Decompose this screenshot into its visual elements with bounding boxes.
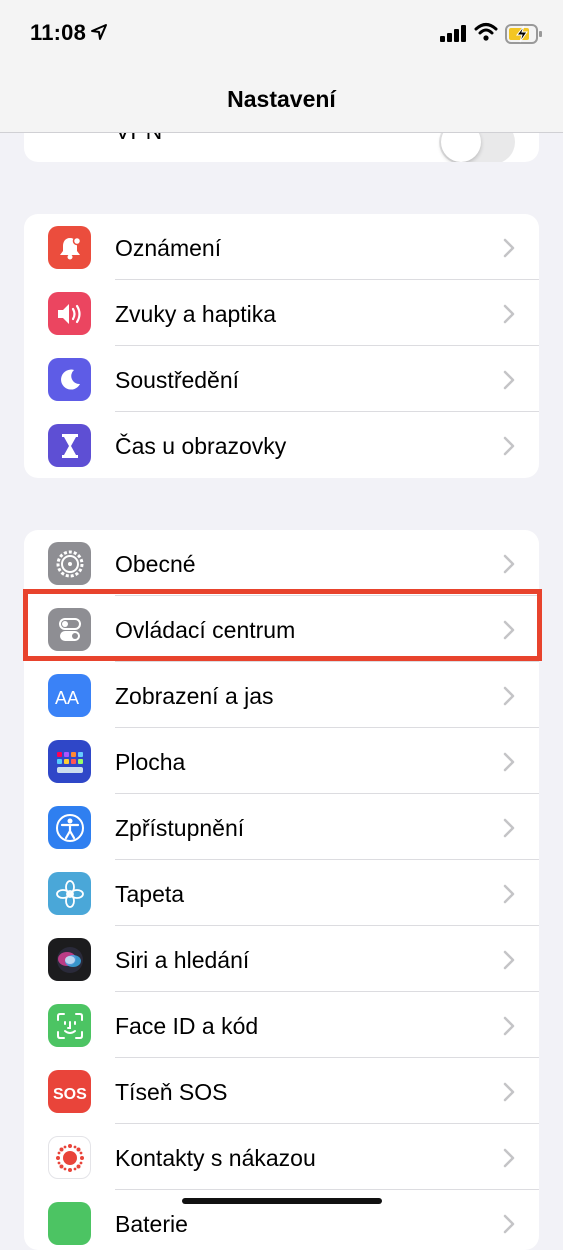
moon-icon — [48, 358, 91, 401]
chevron-right-icon — [503, 304, 515, 324]
settings-row-general[interactable]: Obecné — [24, 530, 539, 596]
svg-text:SOS: SOS — [53, 1086, 87, 1103]
highlight-box — [23, 589, 542, 661]
chevron-right-icon — [503, 950, 515, 970]
settings-row-screen-time[interactable]: Čas u obrazovky — [24, 412, 539, 478]
navigation-bar: Nastavení — [0, 70, 563, 133]
settings-row-exposure[interactable]: Kontakty s nákazou — [24, 1124, 539, 1190]
location-arrow-icon — [91, 24, 107, 40]
chevron-right-icon — [503, 884, 515, 904]
svg-text:AA: AA — [55, 688, 79, 707]
hourglass-icon — [48, 424, 91, 467]
row-label: Plocha — [115, 749, 186, 775]
settings-row-siri[interactable]: Siri a hledání — [24, 926, 539, 992]
row-label: Obecné — [115, 551, 196, 577]
chevron-right-icon — [503, 686, 515, 706]
settings-row-wallpaper[interactable]: Tapeta — [24, 860, 539, 926]
chevron-right-icon — [503, 238, 515, 258]
row-label: Oznámení — [115, 235, 222, 261]
page-title: Nastavení — [227, 86, 336, 112]
exposure-icon — [48, 1136, 91, 1179]
row-label: Kontakty s nákazou — [115, 1145, 316, 1171]
chevron-right-icon — [503, 370, 515, 390]
settings-row-emergency-sos[interactable]: SOS Tíseň SOS — [24, 1058, 539, 1124]
home-indicator[interactable] — [182, 1198, 382, 1204]
chevron-right-icon — [503, 1082, 515, 1102]
sound-icon — [48, 292, 91, 335]
display-icon: AA — [48, 674, 91, 717]
settings-group-notifications: Oznámení Zvuky a haptika Soustředění Čas… — [24, 214, 539, 478]
gear-icon — [48, 542, 91, 585]
row-label: Čas u obrazovky — [115, 433, 287, 459]
settings-row-face-id[interactable]: Face ID a kód — [24, 992, 539, 1058]
wallpaper-icon — [48, 872, 91, 915]
chevron-right-icon — [503, 1016, 515, 1036]
settings-row-home-screen[interactable]: Plocha — [24, 728, 539, 794]
chevron-right-icon — [503, 1148, 515, 1168]
battery-icon — [48, 1202, 91, 1245]
cellular-signal-icon — [440, 25, 466, 42]
face-id-icon — [48, 1004, 91, 1047]
status-time: 11:08 — [30, 20, 87, 45]
row-label: Siri a hledání — [115, 947, 250, 973]
settings-row-notifications[interactable]: Oznámení — [24, 214, 539, 280]
row-label: Zvuky a haptika — [115, 301, 277, 327]
home-screen-icon — [48, 740, 91, 783]
chevron-right-icon — [503, 1214, 515, 1234]
sos-icon: SOS — [48, 1070, 91, 1113]
row-label: Tapeta — [115, 881, 185, 907]
accessibility-icon — [48, 806, 91, 849]
settings-row-display[interactable]: AA Zobrazení a jas — [24, 662, 539, 728]
chevron-right-icon — [503, 818, 515, 838]
row-label: Soustředění — [115, 367, 240, 393]
settings-row-accessibility[interactable]: Zpřístupnění — [24, 794, 539, 860]
row-label: Zpřístupnění — [115, 815, 245, 841]
chevron-right-icon — [503, 554, 515, 574]
battery-charging-icon — [505, 24, 542, 44]
row-label: Baterie — [115, 1211, 188, 1237]
row-label: Face ID a kód — [115, 1013, 259, 1039]
settings-row-focus[interactable]: Soustředění — [24, 346, 539, 412]
notifications-icon — [48, 226, 91, 269]
chevron-right-icon — [503, 436, 515, 456]
row-label: Tíseň SOS — [115, 1079, 228, 1105]
siri-icon — [48, 938, 91, 981]
chevron-right-icon — [503, 752, 515, 772]
status-bar: 11:08 — [0, 0, 563, 70]
row-label: Zobrazení a jas — [115, 683, 274, 709]
wifi-icon — [474, 23, 498, 41]
settings-row-sounds[interactable]: Zvuky a haptika — [24, 280, 539, 346]
